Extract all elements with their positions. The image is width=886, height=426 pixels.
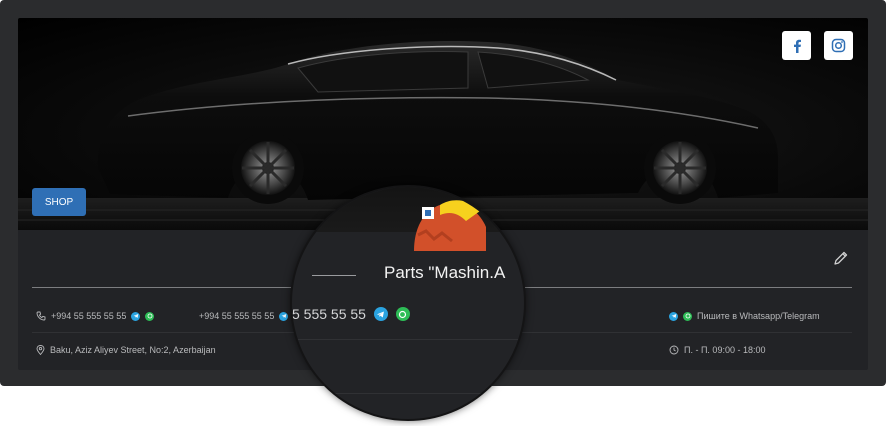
phone-icon [36,311,46,321]
store-logo [414,200,486,251]
pencil-icon [834,251,848,265]
address[interactable]: Baku, Aziz Aliyev Street, No:2, Azerbaij… [36,334,216,366]
facebook-icon [793,39,801,53]
location-pin-icon [36,345,45,355]
shop-button[interactable]: SHOP [32,188,86,216]
phone-number-2: +994 55 555 55 55 [199,311,275,321]
working-hours: П. - П. 09:00 - 18:00 [669,334,765,366]
magnifier-lens: Parts "Mashin.A 5 555 55 55 [290,185,526,421]
instagram-button[interactable] [824,31,853,60]
whatsapp-icon[interactable] [145,311,155,321]
phone-number-1: +994 55 555 55 55 [51,311,127,321]
facebook-button[interactable] [782,31,811,60]
telegram-icon[interactable] [373,307,388,321]
messenger-note: Пишите в Whatsapp/Telegram [669,300,820,332]
clock-icon [669,345,679,355]
phone-contact-1[interactable]: +994 55 555 55 55 [36,300,155,332]
address-text: Baku, Aziz Aliyev Street, No:2, Azerbaij… [50,345,216,355]
whatsapp-icon [683,311,692,321]
telegram-icon[interactable] [131,311,141,321]
messenger-note-text: Пишите в Whatsapp/Telegram [697,311,820,321]
magnified-phone: 5 555 55 55 [292,303,410,325]
edit-button[interactable] [833,250,849,266]
magnified-row-divider [292,393,524,394]
magnified-divider [312,275,356,276]
telegram-icon [669,311,678,321]
magnified-row-divider [292,339,524,340]
telegram-icon[interactable] [279,311,289,321]
whatsapp-icon[interactable] [395,307,410,321]
phone-contact-2[interactable]: +994 55 555 55 55 [199,300,303,332]
working-hours-text: П. - П. 09:00 - 18:00 [684,345,766,355]
instagram-icon [831,38,846,53]
store-title: Parts "Mashin.A [384,263,506,282]
magnified-phone-number: 5 555 55 55 [292,306,366,322]
